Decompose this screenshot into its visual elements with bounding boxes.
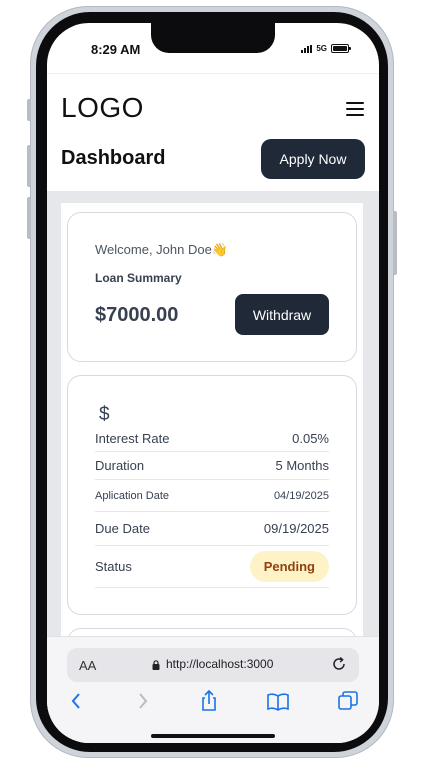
action-button — [27, 99, 31, 121]
phone-screen: 8:29 AM 5G LOGO Dashboard Apply Now Welc… — [47, 23, 379, 743]
bookmarks-icon[interactable] — [266, 689, 290, 713]
browser-nav — [47, 689, 379, 719]
row-label: Duration — [95, 458, 145, 473]
volume-up-button — [27, 145, 31, 187]
url-text[interactable]: http://localhost:3000 — [166, 657, 273, 671]
row-label: Due Date — [95, 521, 150, 536]
interest-rate-row: Interest Rate 0.05% — [95, 426, 329, 452]
status-badge: Pending — [249, 551, 329, 582]
signal-icon — [301, 44, 313, 53]
phone-frame: 8:29 AM 5G LOGO Dashboard Apply Now Welc… — [27, 6, 397, 758]
content-panel: Welcome, John Doe👋 Loan Summary $7000.00… — [61, 203, 363, 658]
share-icon[interactable] — [197, 689, 221, 713]
row-label: Interest Rate — [95, 431, 170, 446]
hamburger-menu-icon[interactable] — [346, 102, 364, 116]
status-time: 8:29 AM — [91, 42, 141, 57]
due-date-row: Due Date 09/19/2025 — [95, 512, 329, 546]
loan-summary-card: Welcome, John Doe👋 Loan Summary $7000.00… — [67, 212, 357, 362]
row-value: 0.05% — [292, 431, 329, 446]
dynamic-island — [151, 23, 275, 53]
browser-toolbar: AA http://localhost:3000 — [47, 636, 379, 743]
battery-icon — [331, 44, 351, 53]
loan-summary-label: Loan Summary — [95, 271, 182, 285]
page-title: Dashboard — [61, 147, 166, 169]
row-label: Status — [95, 559, 132, 574]
text-size-button[interactable]: AA — [79, 658, 96, 673]
row-label: Aplication Date — [95, 489, 169, 502]
welcome-message: Welcome, John Doe👋 — [95, 242, 229, 257]
row-value: 04/19/2025 — [273, 489, 329, 502]
address-bar[interactable]: AA http://localhost:3000 — [67, 648, 359, 682]
volume-down-button — [27, 197, 31, 239]
power-button — [393, 211, 397, 275]
home-indicator[interactable] — [151, 734, 275, 738]
application-date-row: Aplication Date 04/19/2025 — [95, 480, 329, 512]
lock-icon — [152, 660, 160, 670]
status-bar: 8:29 AM 5G — [47, 23, 379, 73]
loan-amount: $7000.00 — [95, 304, 179, 326]
withdraw-button[interactable]: Withdraw — [235, 294, 329, 335]
network-type: 5G — [316, 44, 327, 53]
row-value: 5 Months — [275, 458, 329, 473]
forward-icon[interactable] — [130, 689, 154, 713]
row-value: 09/19/2025 — [263, 521, 329, 536]
status-row: Status Pending — [95, 546, 329, 588]
tabs-icon[interactable] — [336, 689, 360, 713]
app-header: LOGO Dashboard Apply Now — [47, 73, 379, 191]
apply-now-button[interactable]: Apply Now — [261, 139, 365, 179]
reload-icon[interactable] — [331, 656, 347, 672]
dashboard-content[interactable]: Welcome, John Doe👋 Loan Summary $7000.00… — [47, 191, 379, 658]
loan-details-card: $ Interest Rate 0.05% Duration 5 Months … — [67, 375, 357, 615]
duration-row: Duration 5 Months — [95, 452, 329, 480]
back-icon[interactable] — [65, 689, 89, 713]
dollar-icon: $ — [99, 404, 110, 425]
status-indicators: 5G — [301, 44, 351, 53]
logo[interactable]: LOGO — [61, 92, 144, 124]
